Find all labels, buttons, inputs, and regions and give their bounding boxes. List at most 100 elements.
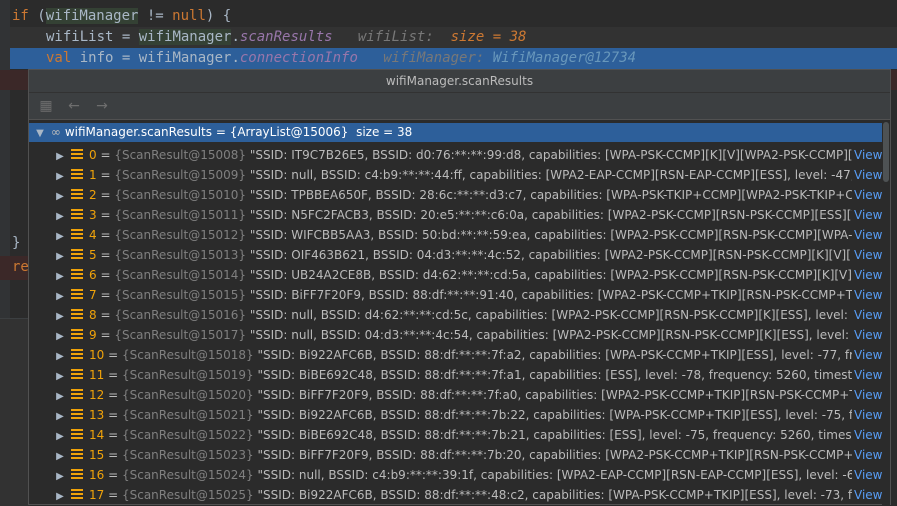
row-index: 6 [89, 268, 97, 282]
tree-row[interactable]: ▶ 11 = {ScanResult@15019} "SSID: BiBE692C… [29, 365, 882, 385]
chevron-right-icon[interactable]: ▶ [53, 427, 67, 447]
code-text: ( [28, 8, 46, 24]
view-link[interactable]: View [852, 365, 882, 385]
tree-row[interactable]: ▶ 3 = {ScanResult@15011} "SSID: N5FC2FACB… [29, 205, 882, 225]
code-line-val-info[interactable]: val info = wifiManager.connectionInfo wi… [46, 48, 636, 69]
row-string-value: "SSID: Bi922AFC6B, BSSID: 88:df:**:**:48… [257, 488, 883, 502]
tree-row[interactable]: ▶ 12 = {ScanResult@15020} "SSID: BiFF7F20… [29, 385, 882, 405]
view-link[interactable]: View [852, 225, 882, 245]
list-object-icon [71, 368, 83, 381]
tree-row[interactable]: ▶ 17 = {ScanResult@15025} "SSID: Bi922AFC… [29, 485, 882, 504]
evaluate-popup[interactable]: wifiManager.scanResults ▦ ← → ▼ ∞ wifiMan… [28, 69, 891, 506]
chevron-right-icon[interactable]: ▶ [53, 207, 67, 227]
list-object-icon [71, 468, 83, 481]
inline-hint-value: size = 38 [450, 29, 527, 45]
identifier-wifimanager: wifiManager [138, 29, 232, 45]
chevron-right-icon[interactable]: ▶ [53, 327, 67, 347]
view-link[interactable]: View [852, 185, 882, 205]
tree-row[interactable]: ▶ 2 = {ScanResult@15010} "SSID: TPBBEA650… [29, 185, 882, 205]
view-link[interactable]: View [852, 305, 882, 325]
view-link[interactable]: View [852, 165, 882, 185]
view-link[interactable]: View [852, 445, 882, 465]
inline-hint-name: wifiList: [357, 29, 434, 45]
chevron-right-icon[interactable]: ▶ [53, 147, 67, 167]
tree-row[interactable]: ▶ 4 = {ScanResult@15012} "SSID: WIFCBB5AA… [29, 225, 882, 245]
list-object-icon [71, 428, 83, 441]
view-link[interactable]: View [852, 145, 882, 165]
tree-row[interactable]: ▶ 15 = {ScanResult@15023} "SSID: BiFF7F20… [29, 445, 882, 465]
list-object-icon [71, 388, 83, 401]
row-equals: = [96, 208, 115, 222]
closing-brace: } [12, 235, 21, 251]
row-object-ref: {ScanResult@15010} [114, 188, 247, 202]
list-object-icon [71, 408, 83, 421]
code-line-if[interactable]: if (wifiManager != null) { [12, 6, 231, 27]
code-line-wifilist[interactable]: wifiList = wifiManager.scanResults wifiL… [46, 27, 526, 48]
view-link[interactable]: View [852, 325, 882, 345]
scrollbar-thumb[interactable] [883, 122, 889, 182]
view-link[interactable]: View [852, 245, 882, 265]
view-link[interactable]: View [852, 465, 882, 485]
inline-hint-value: WifiManager@12734 [492, 50, 637, 66]
tree-row[interactable]: ▶ 14 = {ScanResult@15022} "SSID: BiBE692C… [29, 425, 882, 445]
row-object-ref: {ScanResult@15008} [114, 148, 247, 162]
tree-row[interactable]: ▶ 6 = {ScanResult@15014} "SSID: UB24A2CE8… [29, 265, 882, 285]
code-text: . [231, 29, 240, 45]
tree-row[interactable]: ▶ 1 = {ScanResult@15009} "SSID: null, BSS… [29, 165, 882, 185]
view-link[interactable]: View [852, 425, 882, 445]
chevron-right-icon[interactable]: ▶ [53, 187, 67, 207]
chevron-right-icon[interactable]: ▶ [53, 227, 67, 247]
tree-row[interactable]: ▶ 7 = {ScanResult@15015} "SSID: BiFF7F20F… [29, 285, 882, 305]
view-link[interactable]: View [852, 345, 882, 365]
row-string-value: "SSID: WIFCBB5AA3, BSSID: 50:bd:**:**:59… [249, 228, 882, 242]
chevron-right-icon[interactable]: ▶ [53, 467, 67, 487]
chevron-right-icon[interactable]: ▶ [53, 287, 67, 307]
chevron-right-icon[interactable]: ▶ [53, 447, 67, 467]
chevron-right-icon[interactable]: ▶ [53, 307, 67, 327]
popup-title[interactable]: wifiManager.scanResults [29, 70, 890, 93]
row-object-ref: {ScanResult@15014} [114, 268, 247, 282]
chevron-right-icon[interactable]: ▶ [53, 487, 67, 504]
pin-window-icon[interactable]: ▦ [37, 97, 55, 115]
root-name: wifiManager.scanResults [64, 125, 212, 139]
tree-row[interactable]: ▶ 8 = {ScanResult@15016} "SSID: null, BSS… [29, 305, 882, 325]
field-connectioninfo: connectionInfo [239, 50, 358, 66]
tree-row[interactable]: ▶ 16 = {ScanResult@15024} "SSID: null, BS… [29, 465, 882, 485]
view-link[interactable]: View [852, 205, 882, 225]
keyword-null: null [172, 8, 206, 24]
row-index: 4 [89, 228, 97, 242]
row-equals: = [104, 348, 122, 362]
chevron-right-icon[interactable]: ▶ [53, 267, 67, 287]
chevron-right-icon[interactable]: ▶ [53, 347, 67, 367]
back-arrow-icon[interactable]: ← [65, 97, 83, 115]
tree-row[interactable]: ▶ 10 = {ScanResult@15018} "SSID: Bi922AFC… [29, 345, 882, 365]
chevron-right-icon[interactable]: ▶ [53, 407, 67, 427]
row-index: 0 [89, 148, 97, 162]
vertical-scrollbar[interactable] [882, 122, 890, 506]
chevron-right-icon[interactable]: ▶ [53, 247, 67, 267]
view-link[interactable]: View [852, 285, 882, 305]
view-link[interactable]: View [852, 385, 882, 405]
view-link[interactable]: View [852, 265, 882, 285]
tree-row[interactable]: ▶ 5 = {ScanResult@15013} "SSID: OIF463B62… [29, 245, 882, 265]
watch-glasses-icon: ∞ [50, 125, 61, 139]
tree-row[interactable]: ▶ 0 = {ScanResult@15008} "SSID: IT9C7B26E… [29, 145, 882, 165]
view-link[interactable]: View [852, 405, 882, 425]
row-object-ref: {ScanResult@15023} [121, 448, 254, 462]
row-equals: = [96, 228, 115, 242]
view-link[interactable]: View [852, 485, 882, 504]
chevron-down-icon[interactable]: ▼ [33, 124, 47, 143]
tree-row[interactable]: ▶ 13 = {ScanResult@15021} "SSID: Bi922AFC… [29, 405, 882, 425]
row-equals: = [96, 248, 115, 262]
forward-arrow-icon[interactable]: → [93, 97, 111, 115]
chevron-right-icon[interactable]: ▶ [53, 367, 67, 387]
row-string-value: "SSID: Bi922AFC6B, BSSID: 88:df:**:**:7b… [257, 408, 883, 422]
row-string-value: "SSID: null, BSSID: c4:b9:**:**:39:1f, c… [257, 468, 883, 482]
variables-tree[interactable]: ▼ ∞ wifiManager.scanResults = {ArrayList@… [29, 122, 882, 504]
chevron-right-icon[interactable]: ▶ [53, 387, 67, 407]
tree-row[interactable]: ▶ 9 = {ScanResult@15017} "SSID: null, BSS… [29, 325, 882, 345]
chevron-right-icon[interactable]: ▶ [53, 167, 67, 187]
row-string-value: "SSID: BiFF7F20F9, BSSID: 88:df:**:**:91… [249, 288, 882, 302]
tree-root-node[interactable]: ▼ ∞ wifiManager.scanResults = {ArrayList@… [29, 123, 882, 142]
list-object-icon [71, 208, 83, 221]
